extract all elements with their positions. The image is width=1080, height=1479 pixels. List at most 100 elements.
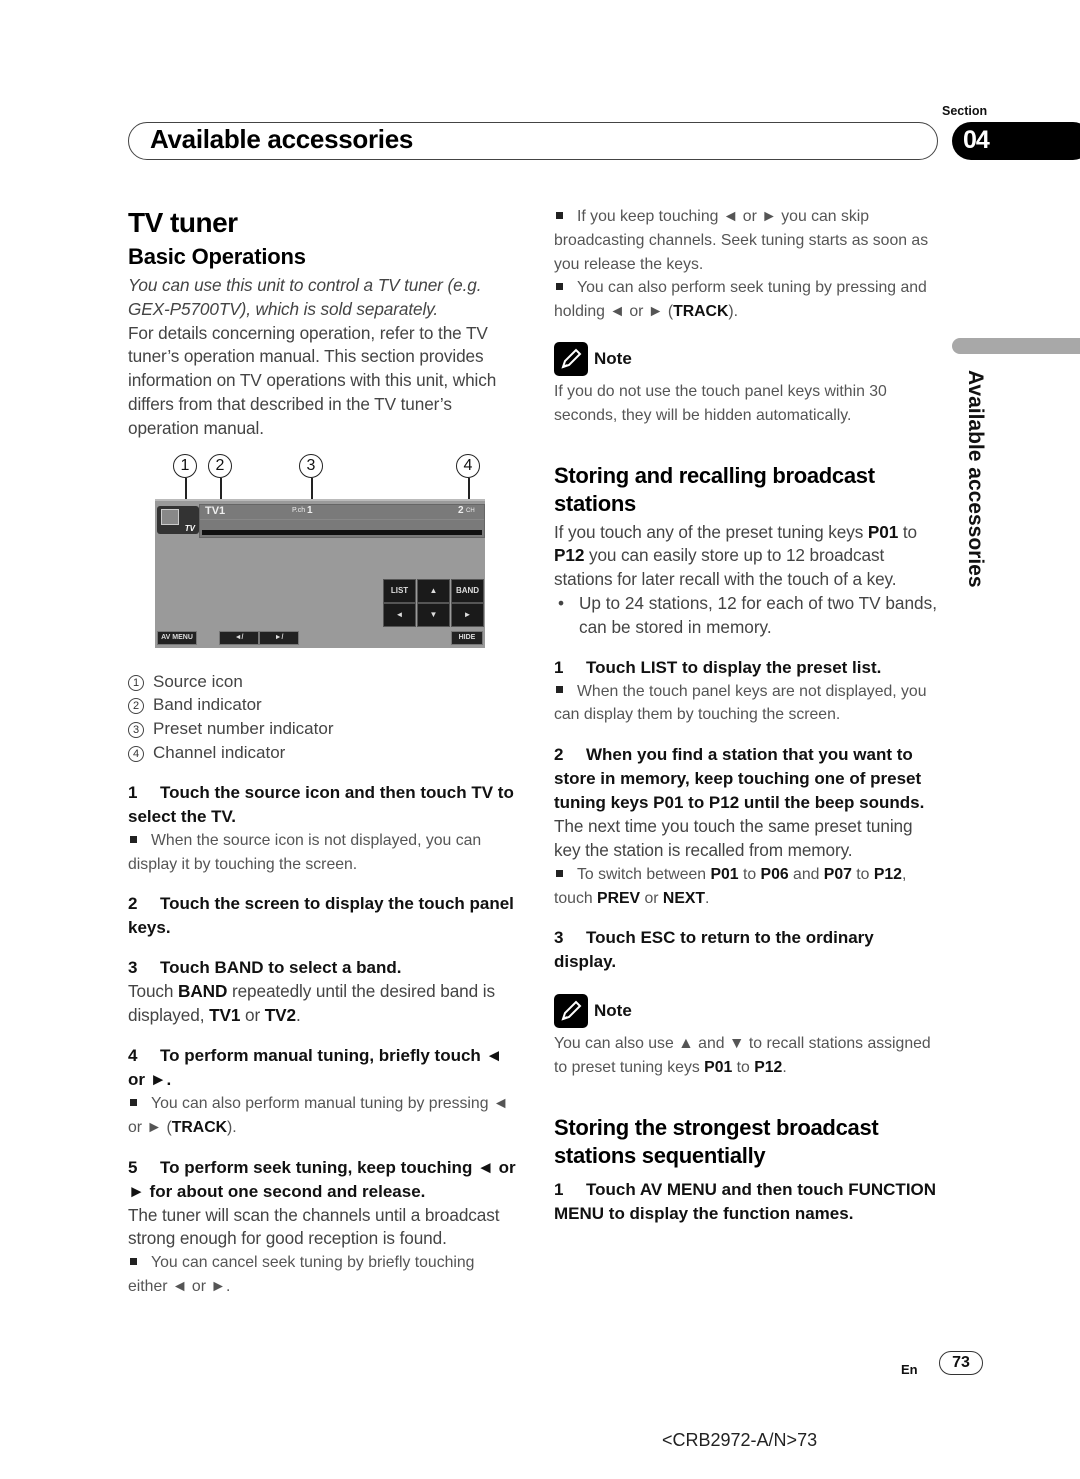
up-key[interactable]: ▲	[417, 578, 450, 603]
bullet-dot-icon: •	[558, 592, 565, 613]
legend-label: Preset number indicator	[153, 719, 334, 739]
channel-unit: CH	[466, 507, 475, 514]
pencil-icon	[554, 994, 588, 1029]
step-text: Touch BAND to select a band.	[160, 958, 402, 978]
legend-number: 4	[128, 745, 144, 762]
step-number: 2	[128, 894, 138, 914]
left-key[interactable]: ◄	[383, 602, 416, 627]
preset-label: P.ch	[292, 506, 306, 514]
square-bullet-icon	[556, 869, 563, 877]
bold-text: NEXT	[662, 889, 706, 907]
step-5-body: The tuner will scan the channels until a…	[128, 1204, 500, 1249]
intro-body: For details concerning operation, refer …	[128, 322, 497, 438]
square-bullet-icon	[556, 686, 563, 694]
note-label: Note	[594, 1001, 632, 1021]
note-text: If you do not use the touch panel keys w…	[554, 382, 887, 424]
step-text: Touch the screen to display the touch pa…	[128, 894, 514, 938]
document-code: <CRB2972-A/N>73	[662, 1430, 818, 1450]
step-number: 1	[554, 657, 564, 677]
note-heading: Note	[554, 994, 939, 1029]
step-number: 5	[128, 1157, 138, 1177]
left-column: TV tuner Basic Operations You can use th…	[128, 205, 518, 1299]
side-tab-text: Available accessories	[964, 370, 987, 588]
legend-item: 1 Source icon	[128, 670, 518, 694]
subheading-storing-strongest: Storing the strongest broadcast stations…	[554, 1114, 879, 1168]
text: to	[898, 521, 917, 542]
text: to	[738, 865, 761, 883]
bullet-text: When the touch panel keys are not displa…	[554, 682, 927, 724]
text: or	[640, 889, 663, 907]
side-tab-marker	[952, 338, 1080, 354]
right-column: If you keep touching ◄ or ► you can skip…	[554, 205, 939, 1226]
s2-step-2-body: The next time you touch the same preset …	[554, 816, 913, 860]
step-text: Touch ESC to return to the ordinary disp…	[554, 928, 874, 972]
callout-2: 2	[208, 453, 232, 478]
side-tab-label: Available accessories	[955, 370, 995, 610]
page-title: Available accessories	[150, 124, 414, 154]
down-key[interactable]: ▼	[417, 602, 450, 627]
bold-text: P06	[760, 865, 789, 883]
bold-text: TV2	[264, 1005, 296, 1026]
step-number: 4	[128, 1045, 138, 1065]
bold-text: P12	[754, 1059, 783, 1077]
legend-number: 2	[128, 698, 144, 715]
bold-text: P01	[710, 865, 739, 883]
list-key[interactable]: LIST	[383, 578, 416, 603]
callout-1: 1	[173, 453, 197, 478]
bold-text: P12	[554, 545, 585, 566]
bold-text: TRACK	[171, 1118, 228, 1136]
step-3: 3 Touch BAND to select a band.	[128, 956, 518, 980]
hide-key[interactable]: HIDE	[451, 630, 483, 645]
square-bullet-icon	[556, 211, 563, 219]
prev-key[interactable]: ◄/	[219, 630, 259, 645]
text: If you touch any of the preset tuning ke…	[554, 521, 868, 542]
step-text: Touch AV MENU and then touch FUNCTION ME…	[554, 1179, 937, 1223]
section-label: Section	[942, 104, 988, 118]
text: To switch between	[577, 865, 711, 883]
text: and	[788, 865, 824, 883]
step-number: 3	[128, 958, 138, 978]
square-bullet-icon	[130, 835, 137, 843]
bold-text: PREV	[597, 889, 641, 907]
bold-text: BAND	[178, 981, 228, 1002]
section-2-body: If you touch any of the preset tuning ke…	[554, 521, 939, 592]
bold-text: P01	[867, 521, 899, 542]
step-1-note: When the source icon is not displayed, y…	[128, 829, 518, 877]
step-1: 1 Touch the source icon and then touch TV…	[128, 781, 518, 829]
band-indicator: TV1	[205, 504, 226, 517]
av-menu-key[interactable]: AV MENU	[157, 630, 197, 645]
step-number: 1	[128, 782, 138, 802]
note-text: You can also use ▲ and ▼ to recall stati…	[554, 1032, 939, 1080]
s2-step-2-note: To switch between P01 to P06 and P07 to …	[554, 863, 939, 911]
text: you can easily store up to 12 broadcast …	[554, 545, 897, 590]
bold-text: TRACK	[673, 303, 729, 321]
step-number: 1	[554, 1179, 564, 1199]
bullet-text: If you keep touching ◄ or ► you can skip…	[554, 208, 929, 273]
band-key[interactable]: BAND	[451, 578, 484, 603]
step-number: 2	[554, 745, 564, 765]
preset-number-indicator: 1	[307, 504, 313, 516]
legend-number: 3	[128, 722, 144, 739]
next-key[interactable]: ►/	[259, 630, 299, 645]
source-icon[interactable]: TV	[157, 505, 199, 534]
seek-note-1: If you keep touching ◄ or ► you can skip…	[554, 205, 939, 276]
language-label: En	[901, 1362, 918, 1377]
bullet-text: Up to 24 stations, 12 for each of two TV…	[579, 592, 937, 637]
step-text: Touch the source icon and then touch TV …	[128, 782, 514, 826]
step-3-body: Touch BAND repeatedly until the desired …	[128, 980, 518, 1028]
text: ).	[728, 303, 739, 321]
source-label: TV	[184, 523, 195, 533]
step-2: 2 Touch the screen to display the touch p…	[128, 892, 518, 940]
right-key[interactable]: ►	[451, 602, 484, 627]
pencil-icon	[554, 341, 588, 376]
step-number: 3	[554, 928, 564, 948]
intro-italic: You can use this unit to control a TV tu…	[128, 275, 482, 319]
tv-screen: TV TV1 P.ch 1 2 CH LIST ▲ BAND ◄ ▼ ► AV …	[155, 498, 485, 648]
step-text: To perform manual tuning, briefly touch …	[128, 1045, 503, 1089]
subheading-basic-operations: Basic Operations	[128, 244, 306, 269]
legend-label: Channel indicator	[153, 742, 286, 762]
s3-step-1: 1 Touch AV MENU and then touch FUNCTION M…	[554, 1178, 939, 1226]
s2-step-1-note: When the touch panel keys are not displa…	[554, 680, 939, 728]
tv-screen-glyph-icon	[161, 508, 179, 525]
text: .	[705, 889, 710, 907]
